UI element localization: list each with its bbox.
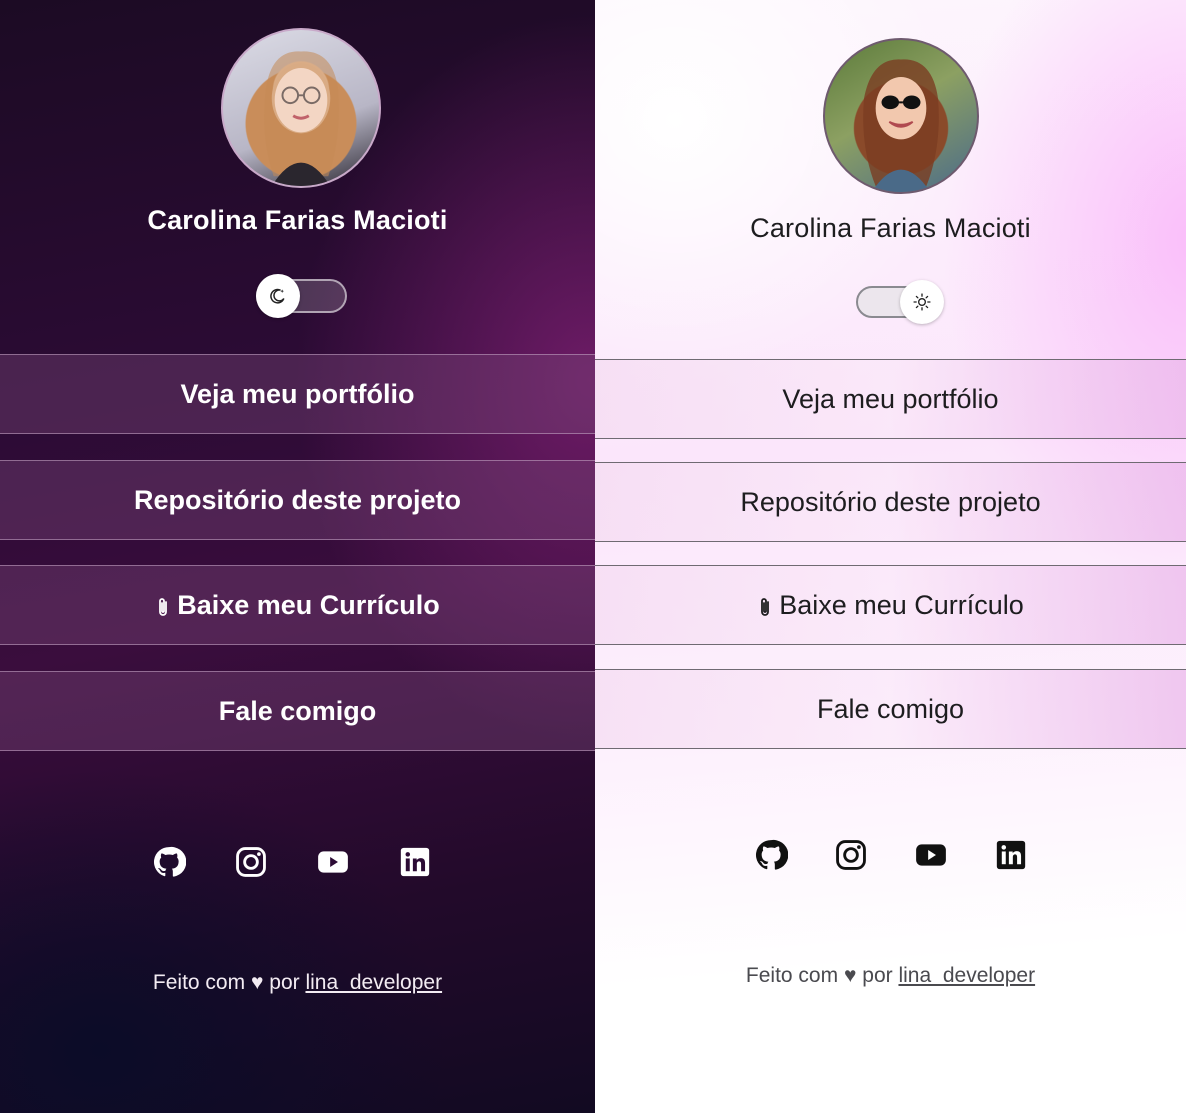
light-theme-panel: Carolina Farias Macioti Veja meu portfól… xyxy=(595,0,1186,1113)
github-link[interactable] xyxy=(754,838,788,872)
linkedin-link[interactable] xyxy=(398,845,432,879)
button-label: Fale comigo xyxy=(816,693,965,724)
dark-theme-panel: Carolina Farias Macioti Veja meu portfól… xyxy=(0,0,595,1113)
heart-icon: ♥ xyxy=(843,964,857,987)
button-label: Fale comigo xyxy=(218,695,377,726)
linkedin-link[interactable] xyxy=(994,838,1028,872)
contact-button[interactable]: Fale comigo xyxy=(0,671,595,751)
social-links xyxy=(595,838,1186,872)
theme-toggle[interactable] xyxy=(856,280,944,324)
footer-text: por xyxy=(269,971,300,994)
github-link[interactable] xyxy=(152,845,186,879)
footer: Feito com ♥ por lina_developer xyxy=(0,971,595,995)
social-links xyxy=(0,845,589,879)
theme-toggle[interactable] xyxy=(256,274,347,318)
theme-toggle-knob[interactable] xyxy=(256,274,300,318)
button-label: Baixe meu Currículo xyxy=(177,589,440,620)
portfolio-button[interactable]: Veja meu portfólio xyxy=(595,359,1186,439)
repository-button[interactable]: Repositório deste projeto xyxy=(595,462,1186,542)
paperclip-icon xyxy=(757,594,773,616)
profile-name: Carolina Farias Macioti xyxy=(750,213,1031,243)
button-label: Repositório deste projeto xyxy=(740,486,1041,517)
instagram-icon xyxy=(235,847,266,877)
github-icon xyxy=(755,839,788,870)
portfolio-button[interactable]: Veja meu portfólio xyxy=(0,354,595,434)
instagram-icon xyxy=(835,840,866,870)
avatar xyxy=(221,28,381,188)
button-label: Veja meu portfólio xyxy=(782,383,999,414)
youtube-link[interactable] xyxy=(914,838,948,872)
heart-icon: ♥ xyxy=(250,971,264,994)
theme-toggle-knob[interactable] xyxy=(900,280,944,324)
github-icon xyxy=(153,846,186,877)
download-resume-button[interactable]: Baixe meu Currículo xyxy=(0,565,595,645)
button-label: Baixe meu Currículo xyxy=(779,589,1024,620)
repository-button[interactable]: Repositório deste projeto xyxy=(0,460,595,540)
contact-button[interactable]: Fale comigo xyxy=(595,669,1186,749)
linkedin-icon xyxy=(400,847,429,877)
avatar xyxy=(823,38,979,194)
footer-text: Feito com xyxy=(152,971,246,994)
paperclip-icon xyxy=(155,594,171,616)
youtube-icon xyxy=(317,851,348,873)
instagram-link[interactable] xyxy=(234,845,268,879)
footer: Feito com ♥ por lina_developer xyxy=(595,964,1186,988)
download-resume-button[interactable]: Baixe meu Currículo xyxy=(595,565,1186,645)
author-link[interactable]: lina_developer xyxy=(898,964,1035,987)
footer-text: Feito com xyxy=(745,964,839,987)
sun-icon xyxy=(913,293,931,311)
author-link[interactable]: lina_developer xyxy=(305,971,442,994)
profile-name: Carolina Farias Macioti xyxy=(147,205,448,235)
youtube-link[interactable] xyxy=(316,845,350,879)
button-label: Veja meu portfólio xyxy=(180,378,415,409)
instagram-link[interactable] xyxy=(834,838,868,872)
moon-icon xyxy=(270,288,285,304)
linkedin-icon xyxy=(996,840,1025,870)
button-label: Repositório deste projeto xyxy=(133,484,462,515)
footer-text: por xyxy=(862,964,893,987)
youtube-icon xyxy=(915,844,946,866)
